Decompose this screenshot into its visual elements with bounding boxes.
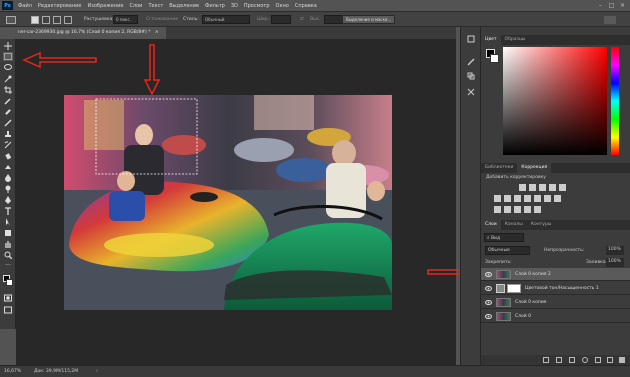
vibrance-icon[interactable] xyxy=(494,195,501,202)
new-adjustment-icon[interactable] xyxy=(582,357,588,363)
black-white-icon[interactable] xyxy=(524,195,531,202)
gradient-map-icon[interactable] xyxy=(534,206,541,213)
hue-slider[interactable] xyxy=(611,47,619,155)
color-lookup-icon[interactable] xyxy=(554,195,561,202)
layer-name[interactable]: Цветовой тон/Насыщенность 1 xyxy=(525,286,599,291)
color-panel-tabs: Цвет Образцы xyxy=(481,35,630,45)
exposure-icon[interactable] xyxy=(549,184,556,191)
annotation-arrow-tool xyxy=(22,51,97,69)
layer-row[interactable]: Слой 0 xyxy=(481,310,630,323)
posterize-icon[interactable] xyxy=(504,206,511,213)
layer-name[interactable]: Слой 0 копия xyxy=(515,300,546,305)
selective-color-icon[interactable] xyxy=(524,206,531,213)
layer-row[interactable]: Слой 0 копия xyxy=(481,296,630,309)
visibility-eye-icon[interactable] xyxy=(484,312,492,320)
layer-thumbnail xyxy=(496,269,511,279)
tab-adjustments[interactable]: Коррекция xyxy=(517,163,552,173)
layer-thumbnail xyxy=(496,297,511,307)
visibility-eye-icon[interactable] xyxy=(484,284,492,292)
adjustments-panel-tabs: Библиотеки Коррекция xyxy=(481,163,630,173)
new-group-icon[interactable] xyxy=(595,357,601,363)
opacity-label: Непрозрачность: xyxy=(544,248,585,253)
curves-icon[interactable] xyxy=(539,184,546,191)
new-layer-icon[interactable] xyxy=(607,357,613,363)
status-bar: 16,67% Док: 39,9M/115,2M › xyxy=(0,365,630,377)
annotation-arrow-selection xyxy=(143,44,161,96)
layer-filter-label: Вид xyxy=(490,236,501,241)
tab-paths[interactable]: Контуры xyxy=(527,220,556,230)
fill-input[interactable]: 100% xyxy=(606,258,624,267)
invert-icon[interactable] xyxy=(494,206,501,213)
visibility-eye-icon[interactable] xyxy=(484,298,492,306)
history-panel-icon[interactable] xyxy=(466,34,476,44)
color-picker-field[interactable] xyxy=(503,47,607,155)
layers-panel-tabs: Слои Каналы Контуры xyxy=(481,220,630,230)
right-panels: Цвет Образцы Библиотеки Коррекция Добави… xyxy=(480,27,630,365)
document-info[interactable]: Док: 39,9M/115,2M xyxy=(34,369,78,374)
channel-mixer-icon[interactable] xyxy=(544,195,551,202)
layer-style-icon[interactable] xyxy=(556,357,562,363)
layer-thumbnail xyxy=(496,311,511,321)
fill-label: Заливка: xyxy=(586,260,608,265)
tab-color[interactable]: Цвет xyxy=(481,35,501,45)
adjustment-layer-icon xyxy=(496,283,505,293)
adjustments-title: Добавить корректировку xyxy=(486,175,546,180)
layer-filter-select[interactable]: ⌕ Вид xyxy=(484,233,524,242)
layer-row[interactable]: Слой 0 копия 2 xyxy=(481,268,630,281)
tab-libraries[interactable]: Библиотеки xyxy=(481,163,517,173)
color-panel-background[interactable] xyxy=(490,54,499,63)
brush-settings-icon[interactable] xyxy=(466,57,476,67)
tools-swap-icon[interactable] xyxy=(466,87,476,97)
lock-label: Закрепить: xyxy=(485,260,512,265)
layer-name[interactable]: Слой 0 xyxy=(515,314,531,319)
clone-source-icon[interactable] xyxy=(466,71,476,81)
hue-saturation-icon[interactable] xyxy=(504,195,511,202)
status-arrow-icon[interactable]: › xyxy=(96,369,98,374)
layers-footer xyxy=(481,355,630,365)
visibility-eye-icon[interactable] xyxy=(484,270,492,278)
gradient-triangle-icon[interactable] xyxy=(559,184,566,191)
color-balance-icon[interactable] xyxy=(514,195,521,202)
threshold-icon[interactable] xyxy=(514,206,521,213)
trash-icon[interactable] xyxy=(619,357,625,363)
layer-row[interactable]: Цветовой тон/Насыщенность 1 xyxy=(481,282,630,295)
opacity-input[interactable]: 100% xyxy=(606,246,624,255)
photo-filter-icon[interactable] xyxy=(534,195,541,202)
blend-mode-select[interactable]: Обычные xyxy=(485,246,530,255)
levels-icon[interactable] xyxy=(529,184,536,191)
zoom-level[interactable]: 16,67% xyxy=(4,369,21,374)
link-layers-icon[interactable] xyxy=(543,357,549,363)
collapsed-panel-dock xyxy=(460,27,480,365)
add-mask-icon[interactable] xyxy=(569,357,575,363)
tab-layers[interactable]: Слои xyxy=(481,220,501,230)
layer-name[interactable]: Слой 0 копия 2 xyxy=(515,272,551,277)
tab-swatches[interactable]: Образцы xyxy=(501,35,530,45)
layer-mask-thumbnail xyxy=(507,283,521,293)
tab-channels[interactable]: Каналы xyxy=(501,220,527,230)
brightness-icon[interactable] xyxy=(519,184,526,191)
